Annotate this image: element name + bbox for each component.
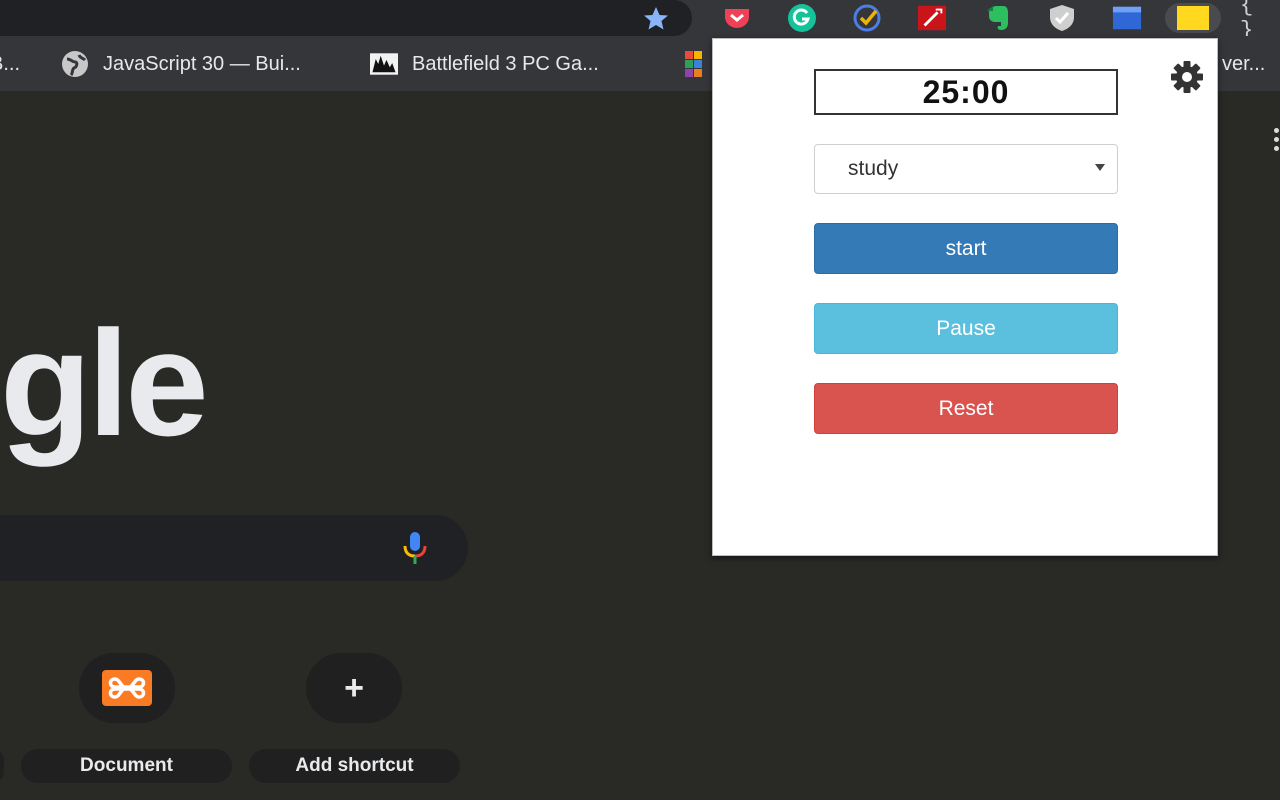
devtools-icon[interactable]: { } — [1240, 0, 1270, 43]
start-button[interactable]: start — [814, 223, 1118, 274]
bookmark-label: ver... — [1222, 52, 1266, 75]
mode-select[interactable]: study — [814, 144, 1118, 194]
mode-select-value: study — [848, 157, 899, 180]
evernote-icon[interactable] — [982, 3, 1012, 33]
bf3-icon — [370, 50, 398, 78]
more-icon[interactable] — [1274, 128, 1280, 154]
bookmark-item[interactable]: Battlefield 3 PC Ga... — [370, 50, 599, 78]
chevron-down-icon — [1095, 164, 1105, 171]
khan-icon — [684, 50, 712, 78]
bookmark-label: Battlefield 3 PC Ga... — [412, 52, 599, 75]
browser-toolbar: { } — [0, 0, 1280, 43]
globe-icon — [61, 50, 89, 78]
todoist-icon[interactable] — [852, 3, 882, 33]
pause-button[interactable]: Pause — [814, 303, 1118, 354]
pocket-icon[interactable] — [722, 3, 752, 33]
pomodoro-icon[interactable] — [1165, 3, 1221, 33]
google-logo: gle — [0, 299, 209, 467]
bookmark-label: JavaScript 30 — Bui... — [103, 52, 301, 75]
bookmark-label: B... — [0, 52, 21, 75]
star-icon[interactable] — [641, 5, 671, 31]
window-icon[interactable] — [1112, 3, 1142, 33]
reset-button[interactable]: Reset — [814, 383, 1118, 434]
colorpicker-icon[interactable] — [917, 3, 947, 33]
bookmark-item[interactable]: JavaScript 30 — Bui... — [61, 50, 301, 78]
bookmark-item[interactable]: ver... — [1222, 50, 1265, 78]
plus-icon: + — [344, 669, 364, 707]
address-bar[interactable] — [0, 0, 692, 36]
shortcut-document[interactable] — [79, 653, 175, 723]
pomodoro-popup: 25:00 study start Pause Reset — [712, 38, 1218, 556]
grammarly-icon[interactable] — [787, 3, 817, 33]
gear-icon[interactable] — [1169, 59, 1205, 95]
xampp-icon — [102, 670, 152, 706]
mic-icon[interactable] — [398, 530, 432, 566]
add-shortcut-label[interactable]: Add shortcut — [249, 749, 460, 783]
shield-icon[interactable] — [1047, 3, 1077, 33]
shortcut-document-label[interactable]: Document — [21, 749, 232, 783]
bookmark-item[interactable]: B... — [0, 50, 20, 78]
timer-display: 25:00 — [814, 69, 1118, 115]
shortcut-label-partial[interactable] — [0, 749, 4, 783]
add-shortcut-button[interactable]: + — [306, 653, 402, 723]
